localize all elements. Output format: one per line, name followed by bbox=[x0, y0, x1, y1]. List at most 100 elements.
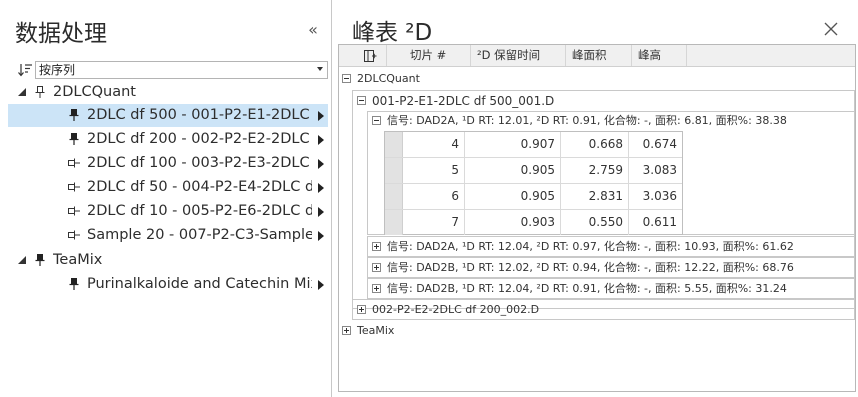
cell-slice: 4 bbox=[403, 132, 465, 157]
panel-title: 数据处理 bbox=[15, 21, 107, 47]
group-label: 信号: DAD2A, ¹D RT: 12.04, ²D RT: 0.97, 化合… bbox=[387, 240, 794, 253]
group-label: TeaMix bbox=[357, 324, 395, 337]
cell-height: 3.036 bbox=[642, 189, 677, 203]
group-label: 001-P2-E1-2DLC df 500_001.D bbox=[372, 94, 555, 108]
unpinned-icon[interactable] bbox=[67, 228, 81, 242]
tree-node-2dlcquant[interactable]: 2DLCQuant bbox=[8, 81, 328, 104]
tree-node-label: Purinalkaloide and Catechin Mix bbox=[87, 276, 312, 292]
row-selector[interactable] bbox=[385, 184, 403, 209]
tree-node-purinalkaloide[interactable]: Purinalkaloide and Catechin Mix bbox=[8, 273, 328, 296]
expand-icon[interactable] bbox=[357, 305, 366, 314]
column-header-slice[interactable]: 切片 # bbox=[404, 45, 471, 66]
group-row-signal[interactable]: 信号: DAD2B, ¹D RT: 12.02, ²D RT: 0.94, 化合… bbox=[372, 258, 852, 278]
unpinned-icon[interactable] bbox=[67, 180, 81, 194]
peak-data-table: 4 0.907 0.668 0.674 5 0.905 2.759 3.083 … bbox=[384, 131, 683, 235]
chevron-right-icon[interactable] bbox=[318, 159, 324, 169]
tree-node-sample-df100[interactable]: 2DLC df 100 - 003-P2-E3-2DLC df 100_003.… bbox=[8, 152, 328, 175]
sort-dropdown[interactable]: 按序列 bbox=[35, 61, 328, 79]
table-row[interactable]: 5 0.905 2.759 3.083 bbox=[385, 158, 682, 184]
chevron-right-icon[interactable] bbox=[318, 207, 324, 217]
cell-area: 2.831 bbox=[561, 184, 629, 209]
unpinned-icon[interactable] bbox=[33, 85, 47, 99]
tree-node-teamix[interactable]: TeaMix bbox=[8, 249, 328, 272]
cell-area: 0.550 bbox=[561, 210, 629, 235]
tree-node-label: TeaMix bbox=[53, 252, 103, 268]
collapse-panel-icon[interactable]: « bbox=[304, 22, 322, 38]
expand-icon[interactable] bbox=[372, 263, 381, 272]
group-row-file[interactable]: 001-P2-E1-2DLC df 500_001.D bbox=[357, 91, 852, 111]
expand-icon[interactable] bbox=[372, 284, 381, 293]
tree-node-label: 2DLCQuant bbox=[53, 84, 136, 100]
table-row[interactable]: 7 0.903 0.550 0.611 bbox=[385, 210, 682, 236]
chevron-down-icon bbox=[317, 67, 323, 71]
group-row-signal[interactable]: 信号: DAD2A, ¹D RT: 12.04, ²D RT: 0.97, 化合… bbox=[372, 237, 852, 257]
group-label: 2DLCQuant bbox=[357, 72, 420, 85]
unpinned-icon[interactable] bbox=[67, 156, 81, 170]
pinned-icon[interactable] bbox=[67, 108, 81, 122]
pinned-icon[interactable] bbox=[67, 132, 81, 146]
sort-selected-value: 按序列 bbox=[39, 63, 76, 77]
cell-height: 3.083 bbox=[642, 163, 677, 177]
chevron-right-icon[interactable] bbox=[318, 183, 324, 193]
cell-rt: 0.905 bbox=[465, 184, 561, 209]
expand-icon[interactable] bbox=[342, 326, 351, 335]
cell-slice: 5 bbox=[403, 158, 465, 183]
tree-node-sample-df500[interactable]: 2DLC df 500 - 001-P2-E1-2DLC df 500_001.… bbox=[8, 104, 328, 127]
unpinned-icon[interactable] bbox=[67, 204, 81, 218]
group-row-file[interactable]: 002-P2-E2-2DLC df 200_002.D bbox=[357, 300, 852, 320]
chevron-right-icon[interactable] bbox=[318, 280, 324, 290]
tree-node-sample-df50[interactable]: 2DLC df 50 - 004-P2-E4-2DLC df 50_004.D bbox=[8, 176, 328, 199]
pinned-icon[interactable] bbox=[33, 253, 47, 267]
column-header-height[interactable]: 峰高 bbox=[632, 45, 687, 66]
collapse-icon[interactable] bbox=[357, 96, 366, 105]
row-selector[interactable] bbox=[385, 132, 403, 157]
table-row[interactable]: 6 0.905 2.831 3.036 bbox=[385, 184, 682, 210]
collapse-icon[interactable] bbox=[342, 74, 351, 83]
sort-icon[interactable] bbox=[17, 62, 33, 78]
expanded-triangle-icon[interactable] bbox=[17, 255, 27, 265]
cell-slice: 6 bbox=[403, 184, 465, 209]
collapse-icon[interactable] bbox=[372, 116, 381, 125]
expanded-triangle-icon[interactable] bbox=[17, 87, 27, 97]
cell-height: 0.611 bbox=[642, 215, 677, 229]
group-label: 002-P2-E2-2DLC df 200_002.D bbox=[372, 303, 540, 316]
column-chooser-cell[interactable] bbox=[339, 45, 387, 66]
chevron-right-icon[interactable] bbox=[318, 111, 324, 121]
tree-node-label: 2DLC df 200 - 002-P2-E2-2DLC df 200_002.… bbox=[87, 131, 312, 147]
cell-slice: 7 bbox=[403, 210, 465, 235]
expand-icon[interactable] bbox=[372, 242, 381, 251]
column-chooser-icon[interactable] bbox=[363, 49, 377, 63]
tree-node-label: 2DLC df 100 - 003-P2-E3-2DLC df 100_003.… bbox=[87, 155, 312, 171]
column-header-area[interactable]: 峰面积 bbox=[566, 45, 632, 66]
tree-node-label: 2DLC df 500 - 001-P2-E1-2DLC df 500_001.… bbox=[87, 107, 312, 123]
tree-node-label: Sample 20 - 007-P2-C3-Sample 20_007.D bbox=[87, 227, 312, 243]
cell-rt: 0.903 bbox=[465, 210, 561, 235]
tree-node-label: 2DLC df 10 - 005-P2-E6-2DLC df 10_005.D bbox=[87, 203, 312, 219]
row-selector[interactable] bbox=[385, 158, 403, 183]
pinned-icon[interactable] bbox=[67, 277, 81, 291]
close-icon[interactable] bbox=[822, 20, 840, 38]
chevron-right-icon[interactable] bbox=[318, 231, 324, 241]
cell-area: 0.668 bbox=[561, 132, 629, 157]
row-selector[interactable] bbox=[385, 210, 403, 235]
cell-height: 0.674 bbox=[642, 137, 677, 151]
group-label: 信号: DAD2B, ¹D RT: 12.04, ²D RT: 0.91, 化合… bbox=[387, 282, 787, 295]
panel-title: 峰表 ²D bbox=[352, 20, 433, 46]
column-header-2d-rt[interactable]: ²D 保留时间 bbox=[471, 45, 566, 66]
tree-node-sample-df10[interactable]: 2DLC df 10 - 005-P2-E6-2DLC df 10_005.D bbox=[8, 200, 328, 223]
data-processing-panel: 数据处理 « 按序列 2DLCQuant 2DLC df 500 - 001-P… bbox=[0, 0, 332, 397]
tree-node-sample-20[interactable]: Sample 20 - 007-P2-C3-Sample 20_007.D bbox=[8, 224, 328, 247]
group-label: 信号: DAD2A, ¹D RT: 12.01, ²D RT: 0.91, 化合… bbox=[387, 114, 787, 127]
table-row[interactable]: 4 0.907 0.668 0.674 bbox=[385, 132, 682, 158]
cell-area: 2.759 bbox=[561, 158, 629, 183]
group-row-signal[interactable]: 信号: DAD2A, ¹D RT: 12.01, ²D RT: 0.91, 化合… bbox=[372, 111, 852, 131]
group-row-signal[interactable]: 信号: DAD2B, ¹D RT: 12.04, ²D RT: 0.91, 化合… bbox=[372, 279, 852, 299]
group-row-root[interactable]: 2DLCQuant bbox=[342, 69, 852, 89]
tree-node-label: 2DLC df 50 - 004-P2-E4-2DLC df 50_004.D bbox=[87, 179, 312, 195]
chevron-right-icon[interactable] bbox=[318, 135, 324, 145]
grid-header: 切片 # ²D 保留时间 峰面积 峰高 bbox=[339, 45, 855, 67]
group-label: 信号: DAD2B, ¹D RT: 12.02, ²D RT: 0.94, 化合… bbox=[387, 261, 794, 274]
cell-rt: 0.905 bbox=[465, 158, 561, 183]
tree-node-sample-df200[interactable]: 2DLC df 200 - 002-P2-E2-2DLC df 200_002.… bbox=[8, 128, 328, 151]
group-row-root[interactable]: TeaMix bbox=[342, 321, 852, 341]
